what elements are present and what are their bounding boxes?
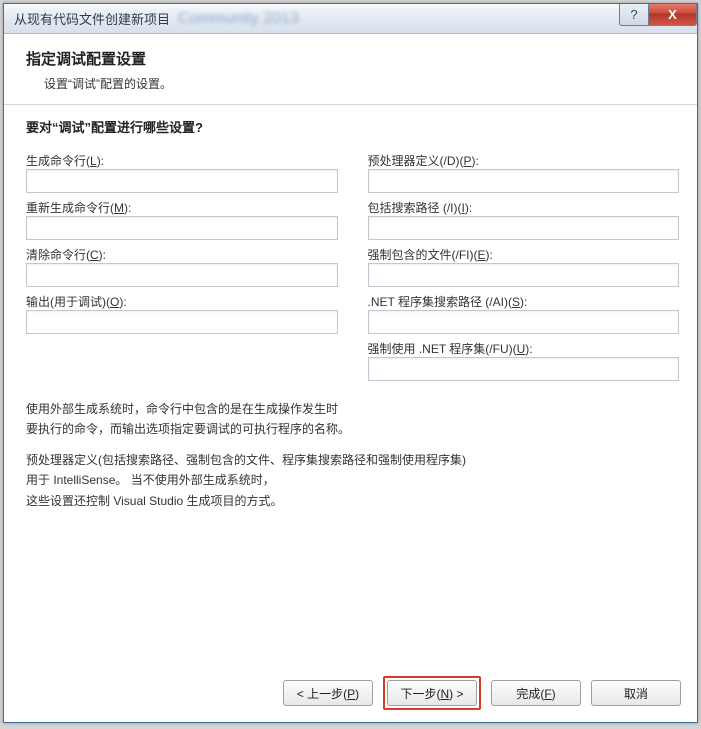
window-title: 从现有代码文件创建新项目 (4, 9, 170, 28)
cancel-button[interactable]: 取消 (591, 680, 681, 706)
next-button-highlight: 下一步(N) > (383, 676, 481, 710)
net-asm-input[interactable] (368, 310, 680, 334)
output-label: 输出(用于调试)(O): (26, 293, 338, 310)
net-asm-label: .NET 程序集搜索路径 (/AI)(S): (368, 293, 680, 310)
section-question: 要对“调试”配置进行哪些设置? (26, 117, 679, 136)
build-cmd-input[interactable] (26, 169, 338, 193)
button-bar: < 上一步(P) 下一步(N) > 完成(F) 取消 (283, 676, 681, 710)
forced-include-label: 强制包含的文件(/FI)(E): (368, 246, 680, 263)
clean-cmd-input[interactable] (26, 263, 338, 287)
rebuild-cmd-label: 重新生成命令行(M): (26, 199, 338, 216)
titlebar-buttons: ? X (619, 4, 697, 26)
wizard-window: 从现有代码文件创建新项目 Community 2013 ? X 指定调试配置设置… (3, 3, 698, 723)
back-button[interactable]: < 上一步(P) (283, 680, 373, 706)
forced-net-input[interactable] (368, 357, 680, 381)
form-grid: 生成命令行(L): 重新生成命令行(M): 清除命令行(C): 输出(用于调试)… (26, 146, 679, 381)
build-cmd-label: 生成命令行(L): (26, 152, 338, 169)
close-button[interactable]: X (649, 4, 697, 26)
form-column-right: 预处理器定义(/D)(P): 包括搜索路径 (/I)(I): 强制包含的文件(/… (368, 146, 680, 381)
clean-cmd-label: 清除命令行(C): (26, 246, 338, 263)
close-icon: X (668, 7, 677, 22)
forced-net-label: 强制使用 .NET 程序集(/FU)(U): (368, 340, 680, 357)
divider (4, 104, 697, 105)
include-input[interactable] (368, 216, 680, 240)
description-text: 使用外部生成系统时，命令行中包含的是在生成操作发生时 要执行的命令，而输出选项指… (26, 399, 679, 511)
help-button[interactable]: ? (619, 4, 649, 26)
page-heading: 指定调试配置设置 (26, 48, 679, 69)
finish-button[interactable]: 完成(F) (491, 680, 581, 706)
preproc-input[interactable] (368, 169, 680, 193)
preproc-label: 预处理器定义(/D)(P): (368, 152, 680, 169)
include-label: 包括搜索路径 (/I)(I): (368, 199, 680, 216)
next-button[interactable]: 下一步(N) > (387, 680, 477, 706)
rebuild-cmd-input[interactable] (26, 216, 338, 240)
form-column-left: 生成命令行(L): 重新生成命令行(M): 清除命令行(C): 输出(用于调试)… (26, 146, 338, 381)
titlebar-blur-text: Community 2013 (178, 10, 299, 28)
output-input[interactable] (26, 310, 338, 334)
titlebar: 从现有代码文件创建新项目 Community 2013 ? X (4, 4, 697, 34)
forced-include-input[interactable] (368, 263, 680, 287)
page-subheading: 设置“调试”配置的设置。 (44, 75, 679, 92)
content-area: 指定调试配置设置 设置“调试”配置的设置。 要对“调试”配置进行哪些设置? 生成… (4, 34, 697, 511)
help-icon: ? (630, 7, 637, 22)
